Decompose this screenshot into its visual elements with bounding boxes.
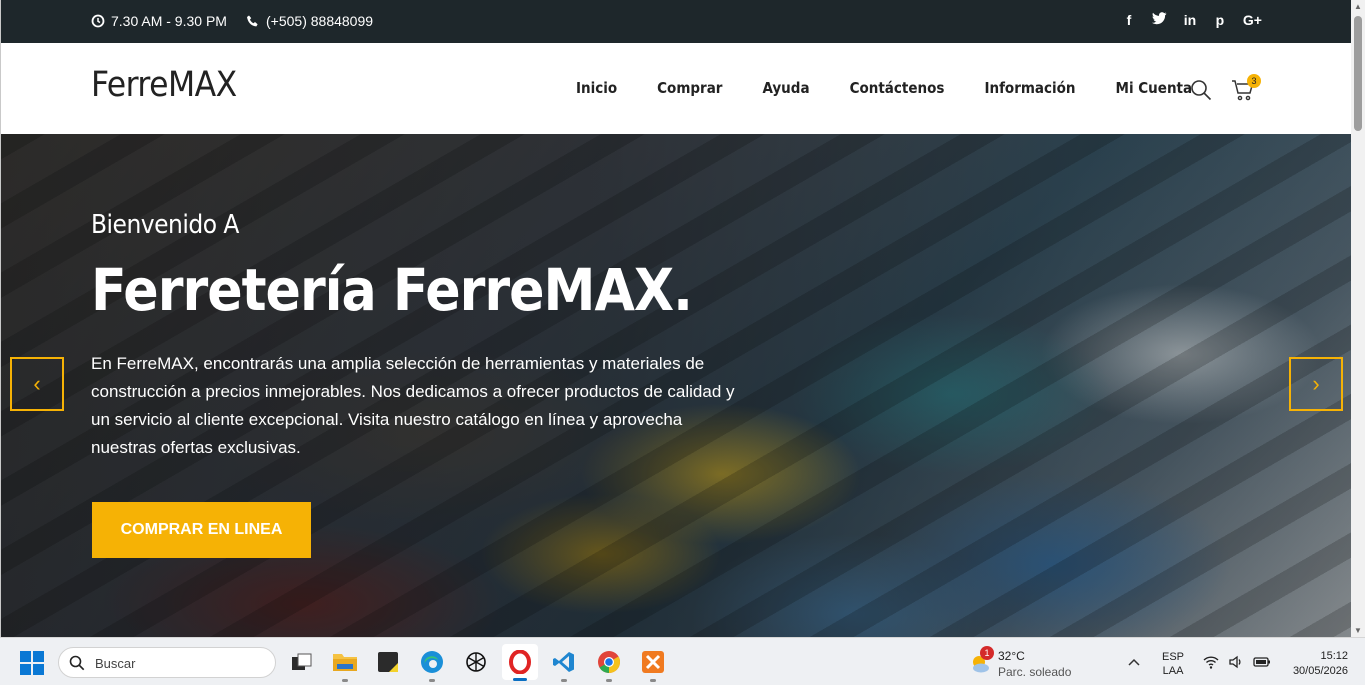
clock-time: 15:12 [1320, 650, 1348, 662]
page-scrollbar[interactable]: ▲ ▼ [1351, 0, 1365, 637]
hero-welcome: Bienvenido A [91, 210, 239, 240]
chrome-icon[interactable] [595, 648, 623, 682]
phone-number: (+505) 88848099 [246, 13, 373, 29]
menu-item-ayuda[interactable]: Ayuda [762, 79, 809, 97]
google-plus-icon[interactable]: G+ [1243, 12, 1262, 28]
menu-item-contactenos[interactable]: Contáctenos [850, 79, 945, 97]
file-explorer-icon[interactable] [331, 648, 359, 682]
chatgpt-icon[interactable] [462, 648, 490, 676]
slider-prev-button[interactable]: ‹ [10, 357, 64, 411]
scroll-up-arrow-icon[interactable]: ▲ [1354, 2, 1362, 11]
weather-widget[interactable]: 1 32°C Parc. soleado [966, 646, 1086, 680]
main-navbar: FerreMAX Inicio Comprar Ayuda Contácteno… [1, 43, 1352, 134]
volume-icon[interactable] [1228, 654, 1244, 670]
weather-condition: Parc. soleado [998, 665, 1072, 679]
top-info-bar: 7.30 AM - 9.30 PM (+505) 88848099 f in p… [1, 0, 1352, 43]
sticky-notes-icon[interactable] [374, 648, 402, 676]
hero-title: Ferretería FerreMAX. [91, 256, 693, 324]
menu-item-informacion[interactable]: Información [984, 79, 1075, 97]
cart-count-badge: 3 [1247, 74, 1261, 88]
task-view-icon[interactable] [288, 648, 316, 676]
weather-alert-badge: 1 [980, 646, 994, 660]
taskbar-search[interactable]: Buscar [58, 647, 276, 678]
language-code: ESP [1162, 651, 1185, 663]
opera-icon[interactable] [502, 644, 538, 681]
menu-item-inicio[interactable]: Inicio [576, 79, 617, 97]
search-icon[interactable] [1190, 79, 1212, 101]
clock-date: 30/05/2026 [1292, 665, 1348, 677]
social-links: f in p G+ [1122, 12, 1262, 28]
facebook-icon[interactable]: f [1122, 12, 1136, 28]
hero-description: En FerreMAX, encontrarás una amplia sele… [91, 354, 735, 457]
menu-item-comprar[interactable]: Comprar [657, 79, 722, 97]
system-tray [1203, 654, 1270, 670]
weather-temperature: 32°C [998, 649, 1025, 663]
edge-icon[interactable] [418, 648, 446, 682]
vscode-icon[interactable] [550, 648, 578, 682]
phone-icon [247, 15, 258, 27]
keyboard-layout: LAA [1162, 665, 1184, 677]
wifi-icon[interactable] [1203, 654, 1219, 670]
hours-text: 7.30 AM - 9.30 PM [111, 13, 227, 29]
site-logo[interactable]: FerreMAX [91, 65, 237, 105]
xampp-icon[interactable] [639, 648, 667, 682]
linkedin-icon[interactable]: in [1183, 12, 1197, 28]
hero-slider: Bienvenido A Ferretería FerreMAX. En Fer… [1, 134, 1352, 637]
battery-icon[interactable] [1253, 654, 1270, 670]
slider-next-button[interactable]: › [1289, 357, 1343, 411]
twitter-icon[interactable] [1151, 12, 1167, 28]
main-menu: Inicio Comprar Ayuda Contáctenos Informa… [576, 79, 1192, 97]
start-button[interactable] [20, 651, 44, 675]
scrollbar-thumb[interactable] [1354, 16, 1362, 131]
search-icon [69, 655, 85, 671]
scroll-down-arrow-icon[interactable]: ▼ [1354, 626, 1362, 635]
taskbar-clock[interactable]: 15:12 30/05/2026 [1293, 649, 1348, 679]
input-language[interactable]: ESP LAA [1162, 650, 1184, 678]
windows-taskbar: Buscar 1 32°C Parc. soleado ESP LAA 15:1… [0, 637, 1365, 685]
pinterest-icon[interactable]: p [1213, 12, 1227, 28]
menu-item-mi-cuenta[interactable]: Mi Cuenta [1116, 79, 1193, 97]
taskbar-search-placeholder: Buscar [95, 656, 136, 671]
phone-text: (+505) 88848099 [266, 13, 374, 29]
browser-viewport: 7.30 AM - 9.30 PM (+505) 88848099 f in p… [0, 0, 1365, 637]
show-hidden-icons-chevron-icon[interactable] [1128, 655, 1140, 669]
shop-online-button[interactable]: COMPRAR EN LINEA [92, 502, 311, 558]
clock-icon [91, 14, 105, 28]
opening-hours: 7.30 AM - 9.30 PM [91, 13, 227, 29]
